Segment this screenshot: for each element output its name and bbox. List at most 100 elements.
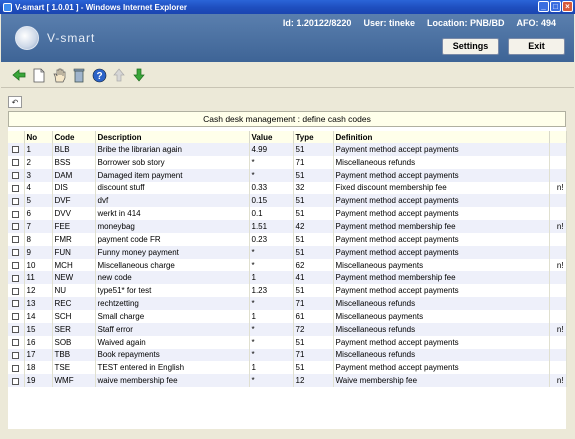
row-checkbox[interactable]: [12, 223, 19, 231]
row-description: Waived again: [95, 335, 250, 349]
table-row[interactable]: 5 DVF dvf 0.15 51 Payment method accept payme…: [8, 194, 567, 208]
row-checkbox[interactable]: [12, 236, 19, 244]
table-row[interactable]: 12 NU type51* for test 1.23 51 Payment method…: [8, 284, 567, 298]
table-row[interactable]: 15 SER Staff error * 72 Miscellaneous refunds…: [8, 322, 567, 336]
close-window-button[interactable]: ×: [562, 1, 573, 12]
row-checkbox[interactable]: [12, 287, 19, 295]
row-definition: Payment method accept payments: [333, 361, 550, 375]
table-row[interactable]: 14 SCH Small charge 1 61 Miscellaneous paymen…: [8, 309, 567, 323]
row-no: 6: [24, 207, 53, 221]
table-row[interactable]: 1 BLB Bribe the librarian again 4.99 51 Payme…: [8, 143, 567, 156]
table-row[interactable]: 17 TBB Book repayments * 71 Miscellaneous ref…: [8, 348, 567, 362]
cash-codes-table: No Code Description Value Type Definitio…: [8, 131, 567, 388]
row-checkbox[interactable]: [12, 210, 19, 218]
row-select-cell: [8, 168, 25, 182]
row-code: NEW: [52, 271, 96, 285]
col-no[interactable]: No: [24, 131, 53, 143]
table-row[interactable]: 19 WMF waive membership fee * 12 Waive member…: [8, 374, 567, 388]
col-type[interactable]: Type: [293, 131, 334, 143]
table-row[interactable]: 2 BSS Borrower sob story * 71 Miscellaneous r…: [8, 155, 567, 169]
row-code: SCH: [52, 309, 96, 323]
row-value: 1.23: [249, 284, 294, 298]
move-up-icon[interactable]: [111, 67, 127, 83]
undo-icon[interactable]: ↶: [8, 96, 22, 108]
table-row[interactable]: 7 FEE moneybag 1.51 42 Payment method members…: [8, 220, 567, 233]
col-code[interactable]: Code: [52, 131, 96, 143]
row-checkbox[interactable]: [12, 184, 19, 192]
select-hand-icon[interactable]: [51, 67, 67, 83]
row-code: BLB: [52, 143, 96, 156]
row-value: 0.15: [249, 194, 294, 208]
table-row[interactable]: 9 FUN Funny money payment * 51 Payment method…: [8, 245, 567, 259]
maximize-button[interactable]: □: [550, 1, 561, 12]
row-checkbox[interactable]: [12, 351, 19, 359]
row-definition: Payment method membership fee: [333, 220, 550, 233]
col-value[interactable]: Value: [249, 131, 294, 143]
table-row[interactable]: 6 DVV werkt in 414 0.1 51 Payment method acce…: [8, 207, 567, 221]
row-type: 51: [293, 143, 334, 156]
row-no: 17: [24, 348, 53, 362]
table-row[interactable]: 4 DIS discount stuff 0.33 32 Fixed discount m…: [8, 181, 567, 195]
row-checkbox[interactable]: [12, 197, 19, 205]
row-checkbox[interactable]: [12, 261, 19, 269]
row-definition: Miscellaneous refunds: [333, 348, 550, 362]
settings-button[interactable]: Settings: [442, 38, 499, 55]
row-type: 61: [293, 309, 334, 323]
delete-bin-icon[interactable]: [71, 67, 87, 83]
row-note: [549, 194, 567, 208]
row-checkbox[interactable]: [12, 326, 19, 334]
window-titlebar: V-smart [ 1.0.01 ] - Windows Internet Ex…: [0, 0, 575, 14]
row-checkbox[interactable]: [12, 146, 19, 154]
row-note: [549, 309, 567, 323]
table-row[interactable]: 11 NEW new code 1 41 Payment method membershi…: [8, 271, 567, 285]
help-icon[interactable]: ?: [91, 67, 107, 83]
panel-title: Cash desk management : define cash codes: [8, 111, 566, 127]
row-description: Book repayments: [95, 348, 250, 362]
row-value: *: [249, 297, 294, 310]
row-description: Funny money payment: [95, 245, 250, 259]
exit-button[interactable]: Exit: [508, 38, 565, 55]
row-select-cell: [8, 155, 25, 169]
row-select-cell: [8, 309, 25, 323]
row-checkbox[interactable]: [12, 338, 19, 346]
row-value: 0.23: [249, 232, 294, 246]
logo-text: V-smart: [47, 31, 96, 45]
row-description: moneybag: [95, 220, 250, 233]
row-checkbox[interactable]: [12, 172, 19, 179]
row-checkbox[interactable]: [12, 249, 19, 257]
new-document-icon[interactable]: [31, 67, 47, 83]
row-checkbox[interactable]: [12, 159, 19, 167]
row-value: 1: [249, 309, 294, 323]
toolbar: ?: [1, 63, 574, 88]
row-no: 19: [24, 374, 53, 388]
col-definition[interactable]: Definition: [333, 131, 550, 143]
table-row[interactable]: 16 SOB Waived again * 51 Payment method accep…: [8, 335, 567, 349]
row-checkbox[interactable]: [12, 300, 19, 308]
vsmart-logo-icon: [15, 26, 39, 50]
row-description: payment code FR: [95, 232, 250, 246]
row-description: new code: [95, 271, 250, 285]
row-checkbox[interactable]: [12, 313, 19, 321]
row-checkbox[interactable]: [12, 364, 19, 372]
row-checkbox[interactable]: [12, 274, 19, 282]
row-definition: Payment method accept payments: [333, 194, 550, 208]
row-definition: Payment method accept payments: [333, 284, 550, 298]
row-note: [549, 245, 567, 259]
move-down-icon[interactable]: [131, 67, 147, 83]
row-checkbox[interactable]: [12, 377, 19, 385]
minimize-button[interactable]: _: [538, 1, 549, 12]
row-type: 71: [293, 155, 334, 169]
row-description: Bribe the librarian again: [95, 143, 250, 156]
row-definition: Miscellaneous refunds: [333, 297, 550, 310]
table-row[interactable]: 8 FMR payment code FR 0.23 51 Payment method …: [8, 232, 567, 246]
col-description[interactable]: Description: [95, 131, 250, 143]
row-value: *: [249, 335, 294, 349]
table-row[interactable]: 18 TSE TEST entered in English 1 51 Payment m…: [8, 361, 567, 375]
row-type: 51: [293, 207, 334, 221]
row-select-cell: [8, 374, 25, 388]
table-row[interactable]: 10 MCH Miscellaneous charge * 62 Miscellaneou…: [8, 258, 567, 272]
table-row[interactable]: 13 REC rechtzetting * 71 Miscellaneous refund…: [8, 297, 567, 310]
table-row[interactable]: 3 DAM Damaged item payment * 51 Payment metho…: [8, 168, 567, 182]
back-arrow-icon[interactable]: [11, 67, 27, 83]
app-header: V-smart Id: 1.20122/8220 User: tineke Lo…: [1, 14, 574, 62]
